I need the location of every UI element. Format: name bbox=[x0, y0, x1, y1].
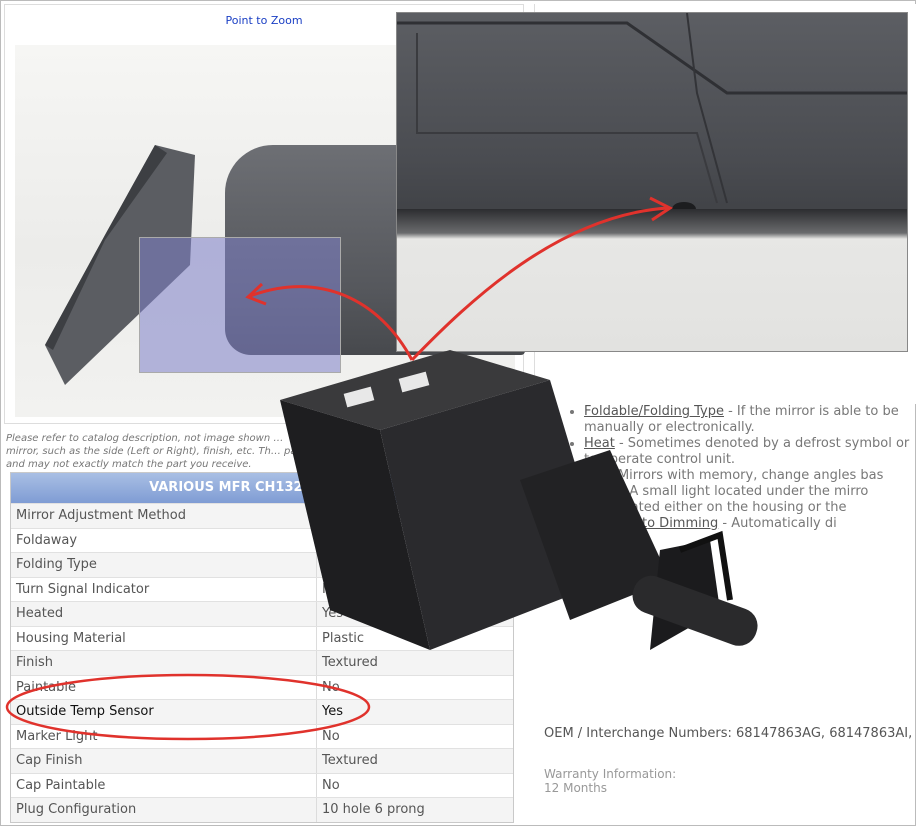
spec-label: Plug Configuration bbox=[11, 798, 317, 822]
spec-value: No bbox=[322, 728, 340, 744]
warranty-value: 12 Months bbox=[544, 781, 607, 795]
table-row: Outside Temp Sensor Yes bbox=[11, 699, 513, 724]
table-row: Plug Configuration 10 hole 6 prong bbox=[11, 797, 513, 822]
spec-label: Marker Light bbox=[11, 724, 317, 748]
table-row: Cap Finish Textured bbox=[11, 748, 513, 773]
spec-value: 10 hole 6 prong bbox=[322, 802, 425, 817]
zoomed-underside bbox=[397, 209, 907, 239]
spec-label: Cap Finish bbox=[11, 749, 317, 773]
warranty-info: Warranty Information: 12 Months bbox=[544, 767, 676, 795]
image-disclaimer: Please refer to catalog description, not… bbox=[6, 433, 305, 470]
table-row: Marker Light No bbox=[11, 723, 513, 748]
oem-numbers: OEM / Interchange Numbers: 68147863AG, 6… bbox=[544, 726, 913, 741]
zoomed-detail-lines bbox=[397, 13, 907, 216]
spec-label: Cap Paintable bbox=[11, 773, 317, 797]
zoomed-view bbox=[396, 12, 908, 352]
spec-value: Yes bbox=[322, 704, 343, 719]
spec-value: No bbox=[322, 777, 340, 793]
temp-sensor-part bbox=[280, 350, 758, 650]
warranty-label: Warranty Information: bbox=[544, 767, 677, 781]
table-row: Cap Paintable No bbox=[11, 772, 513, 797]
spec-label: Outside Temp Sensor bbox=[11, 700, 317, 724]
spec-value: Textured bbox=[322, 753, 378, 768]
